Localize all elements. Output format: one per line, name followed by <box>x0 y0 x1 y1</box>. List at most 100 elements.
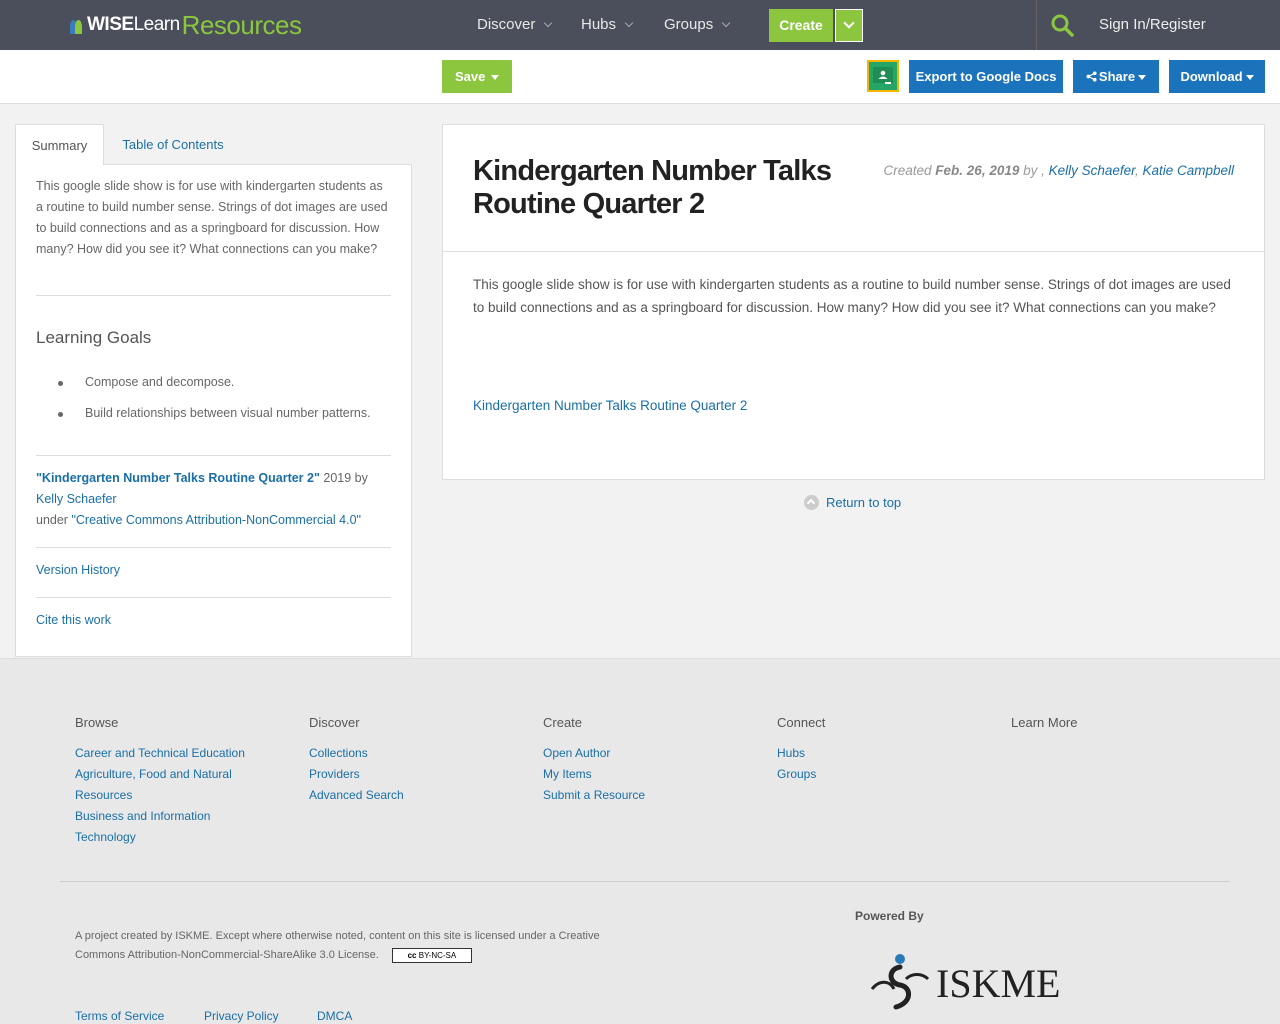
cite-work-link[interactable]: Cite this work <box>36 613 111 627</box>
tab-summary[interactable]: Summary <box>15 124 104 165</box>
created-label: Created <box>883 163 936 178</box>
nav-groups-label: Groups <box>664 16 714 33</box>
attribution-author-link[interactable]: Kelly Schaefer <box>36 492 117 506</box>
resource-card: Kindergarten Number Talks Routine Quarte… <box>442 124 1265 480</box>
share-icon <box>1086 71 1097 82</box>
return-to-top-link[interactable]: Return to top <box>804 495 901 510</box>
footer-column-title: Discover <box>309 715 360 730</box>
nav-discover-label: Discover <box>477 16 536 33</box>
attribution-under: under <box>36 513 72 527</box>
created-date: Feb. 26, 2019 <box>935 163 1020 178</box>
nav-hubs-label: Hubs <box>581 16 617 33</box>
footer-column-title: Connect <box>777 715 826 730</box>
iskme-logo[interactable]: ISKME <box>866 949 1066 1017</box>
iskme-logo-text: ISKME <box>936 960 1061 1006</box>
nav-divider <box>1036 0 1037 50</box>
footer-link[interactable]: Advanced Search <box>309 785 499 806</box>
resource-toolbar: Save Export to Google Docs Share Downloa… <box>0 50 1280 104</box>
bullet <box>58 412 63 417</box>
logo-wise-text: WISE <box>87 14 134 35</box>
footer-link[interactable]: Open Author <box>543 743 733 764</box>
privacy-policy-link[interactable]: Privacy Policy <box>204 1009 279 1023</box>
resource-description: This google slide show is for use with k… <box>473 277 1231 315</box>
footer-column-learn-more: Learn More <box>1011 715 1201 743</box>
footer-license: A project created by ISKME. Except where… <box>75 927 615 965</box>
footer-link[interactable]: Submit a Resource <box>543 785 733 806</box>
by-label: by , <box>1019 163 1049 178</box>
terms-of-service-link[interactable]: Terms of Service <box>75 1009 164 1023</box>
footer-link[interactable]: Hubs <box>777 743 967 764</box>
export-google-docs-button[interactable]: Export to Google Docs <box>909 60 1063 93</box>
caret-down-icon <box>491 75 500 81</box>
footer-link[interactable]: Groups <box>777 764 967 785</box>
top-navbar: WISE Learn Resources Discover Hubs Group… <box>0 0 1280 50</box>
logo-learn-text: Learn <box>133 14 181 35</box>
footer-link[interactable]: Business and Information Technology <box>75 806 225 848</box>
arrow-up-icon <box>804 495 819 510</box>
footer-link[interactable]: Career and Technical Education <box>75 743 265 764</box>
save-button[interactable]: Save <box>442 60 512 93</box>
cc-badge-label: BY-NC-SA <box>418 950 457 960</box>
download-label: Download <box>1180 69 1243 84</box>
share-label: Share <box>1098 69 1136 84</box>
nav-discover[interactable]: Discover <box>477 0 553 50</box>
save-label: Save <box>455 69 486 84</box>
search-icon[interactable] <box>1050 13 1074 37</box>
footer-column-create: Create Open Author My Items Submit a Res… <box>543 715 733 806</box>
signin-register-link[interactable]: Sign In/Register <box>1099 0 1206 50</box>
google-classroom-button[interactable] <box>867 60 899 92</box>
divider <box>36 547 391 548</box>
footer-column-title: Browse <box>75 715 119 730</box>
nav-groups[interactable]: Groups <box>664 0 731 50</box>
google-classroom-icon <box>869 62 897 90</box>
logo-resources-text: Resources <box>181 9 302 40</box>
learning-goal-item: Compose and decompose. <box>85 375 235 389</box>
chevron-down-icon <box>544 18 553 28</box>
site-footer: Browse Career and Technical Education Ag… <box>0 658 1280 1024</box>
created-meta: Created Feb. 26, 2019 by , Kelly Schaefe… <box>883 163 1234 178</box>
footer-column-browse: Browse Career and Technical Education Ag… <box>75 715 265 848</box>
author-link[interactable]: Kelly Schaefer <box>1049 163 1135 178</box>
page-title: Kindergarten Number Talks Routine Quarte… <box>473 155 832 220</box>
wiselearn-logo[interactable]: WISE Learn Resources <box>70 9 302 40</box>
version-history-link[interactable]: Version History <box>36 563 120 577</box>
bullet <box>58 381 63 386</box>
logo-mark-icon <box>70 17 86 34</box>
caret-down-icon <box>1245 75 1254 81</box>
attribution-block: "Kindergarten Number Talks Routine Quart… <box>36 468 396 531</box>
cc-license-badge[interactable]: cc BY-NC-SA <box>391 947 472 963</box>
share-button[interactable]: Share <box>1073 60 1159 93</box>
footer-column-title: Learn More <box>1011 715 1078 730</box>
attribution-license-link[interactable]: "Creative Commons Attribution-NonCommerc… <box>71 513 361 527</box>
learning-goals-heading: Learning Goals <box>36 328 152 347</box>
divider <box>36 597 391 598</box>
divider <box>36 295 391 296</box>
download-button[interactable]: Download <box>1169 60 1265 93</box>
footer-column-title: Create <box>543 715 583 730</box>
footer-divider <box>60 881 1230 882</box>
resource-link[interactable]: Kindergarten Number Talks Routine Quarte… <box>473 398 747 413</box>
create-dropdown-button[interactable] <box>835 9 863 42</box>
chevron-down-icon <box>721 18 731 28</box>
dmca-link[interactable]: DMCA <box>317 1009 352 1023</box>
summary-description: This google slide show is for use with k… <box>36 179 388 256</box>
iskme-figure-icon <box>870 954 930 1010</box>
learning-goal-item: Build relationships between visual numbe… <box>85 406 371 420</box>
create-button[interactable]: Create <box>769 9 833 42</box>
tab-table-of-contents[interactable]: Table of Contents <box>108 124 238 165</box>
footer-link[interactable]: Agriculture, Food and Natural Resources <box>75 764 245 806</box>
license-text: A project created by ISKME. Except where… <box>75 930 600 961</box>
attribution-year: 2019 by <box>319 471 368 485</box>
summary-panel: This google slide show is for use with k… <box>15 164 412 657</box>
author-link[interactable]: Katie Campbell <box>1142 163 1234 178</box>
footer-column-connect: Connect Hubs Groups <box>777 715 967 785</box>
return-to-top-label[interactable]: Return to top <box>826 495 901 510</box>
attribution-title-link[interactable]: "Kindergarten Number Talks Routine Quart… <box>36 471 320 485</box>
caret-down-icon <box>1138 75 1147 81</box>
footer-link[interactable]: Collections <box>309 743 499 764</box>
powered-by-label: Powered By <box>855 909 924 923</box>
nav-hubs[interactable]: Hubs <box>581 0 634 50</box>
footer-link[interactable]: My Items <box>543 764 733 785</box>
footer-link[interactable]: Providers <box>309 764 499 785</box>
divider <box>36 455 391 456</box>
